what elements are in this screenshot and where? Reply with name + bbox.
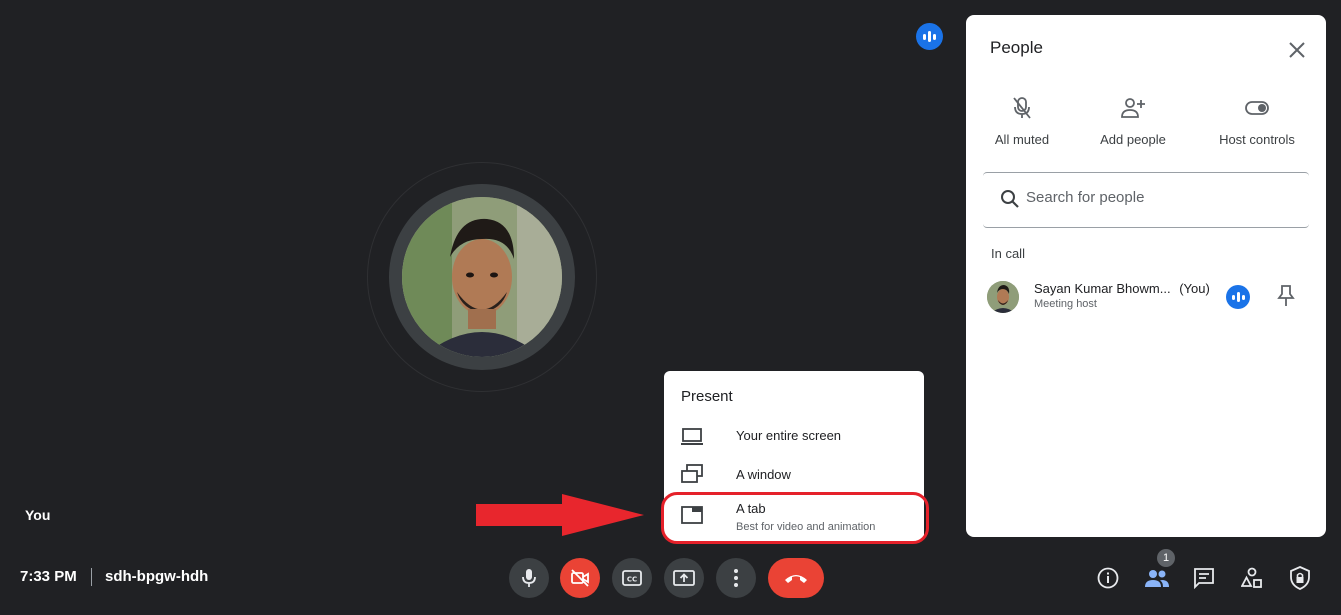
participant-speaking-icon: [1226, 285, 1250, 309]
divider: [91, 568, 92, 586]
svg-text:CC: CC: [627, 576, 637, 584]
add-people-label: Add people: [1100, 132, 1166, 147]
participant-name: Sayan Kumar Bhowm... (You): [1034, 281, 1210, 296]
in-call-section-label: In call: [991, 246, 1025, 261]
present-entire-screen-label: Your entire screen: [736, 428, 842, 443]
speaking-indicator-icon: [916, 23, 943, 50]
present-icon: [673, 570, 695, 586]
all-muted-button[interactable]: All muted: [967, 95, 1077, 147]
add-people-button[interactable]: Add people: [1078, 95, 1188, 147]
end-call-button[interactable]: [768, 558, 824, 598]
participant-role: Meeting host: [1034, 298, 1097, 310]
meeting-time: 7:33 PM: [20, 568, 77, 585]
present-entire-screen-item[interactable]: Your entire screen: [664, 418, 924, 454]
annotation-highlight-box: [661, 492, 929, 544]
self-tile-label: You: [25, 507, 51, 523]
participant-name-text: Sayan Kumar Bhowm...: [1034, 281, 1171, 296]
mic-off-icon: [1013, 97, 1031, 119]
host-controls-icon: [1290, 566, 1310, 590]
annotation-arrow: [476, 494, 644, 536]
toggle-icon: [1245, 101, 1269, 115]
camera-off-icon: [571, 569, 589, 587]
more-options-button[interactable]: [716, 558, 756, 598]
captions-button[interactable]: CC: [612, 558, 652, 598]
participant-you-tag: (You): [1179, 281, 1210, 296]
close-icon: [1289, 42, 1305, 58]
close-panel-button[interactable]: [1284, 37, 1310, 63]
people-button[interactable]: [1142, 563, 1172, 593]
all-muted-label: All muted: [994, 132, 1050, 147]
captions-icon: CC: [622, 570, 642, 586]
info-icon: [1097, 567, 1119, 589]
hang-up-icon: [785, 575, 807, 583]
search-people-input[interactable]: [1024, 188, 1288, 207]
host-controls-label: Host controls: [1219, 132, 1295, 147]
people-panel-title: People: [990, 38, 1043, 57]
microphone-button[interactable]: [509, 558, 549, 598]
activities-icon: [1241, 567, 1262, 588]
meeting-details-button[interactable]: [1093, 563, 1123, 593]
monitor-icon: [681, 428, 703, 445]
mic-icon: [522, 569, 536, 587]
present-menu-title: Present: [681, 388, 733, 405]
host-controls-button[interactable]: Host controls: [1202, 95, 1312, 147]
camera-button[interactable]: [560, 558, 600, 598]
host-controls-toolbar-button[interactable]: [1285, 563, 1315, 593]
person-add-icon: [1121, 98, 1145, 118]
activities-button[interactable]: [1237, 563, 1267, 593]
people-icon: [1145, 570, 1169, 587]
meeting-code: sdh-bpgw-hdh: [105, 568, 209, 585]
participant-avatar-large: [402, 197, 562, 357]
present-window-label: A window: [736, 467, 791, 482]
pin-icon[interactable]: [1275, 284, 1297, 308]
present-now-button[interactable]: [664, 558, 704, 598]
chat-icon: [1194, 568, 1214, 589]
search-icon: [1001, 190, 1019, 208]
more-vert-icon: [734, 569, 738, 587]
people-panel: People All muted Add people Host control…: [966, 15, 1326, 537]
present-window-item[interactable]: A window: [664, 457, 924, 493]
window-icon: [681, 464, 703, 483]
chat-button[interactable]: [1189, 563, 1219, 593]
participant-avatar: [987, 281, 1019, 313]
people-count-badge: 1: [1157, 549, 1175, 567]
